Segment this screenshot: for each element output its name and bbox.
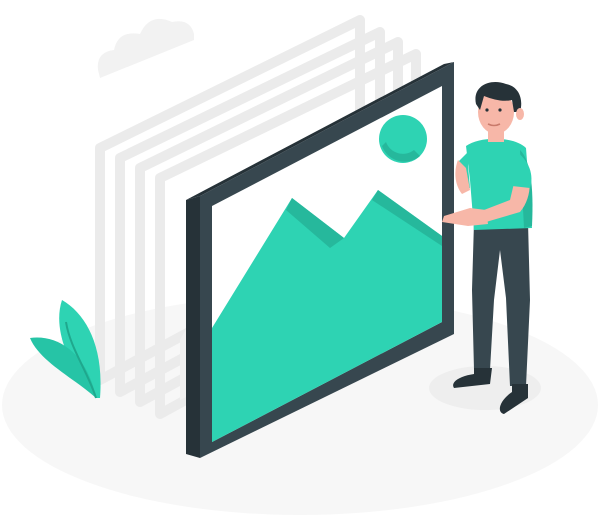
illustration-scene	[0, 0, 604, 526]
person-head	[475, 82, 524, 134]
sun-icon	[379, 115, 427, 163]
cloud-icon	[97, 18, 194, 78]
frame-depth	[186, 196, 200, 458]
illustration-canvas	[2, 15, 598, 515]
